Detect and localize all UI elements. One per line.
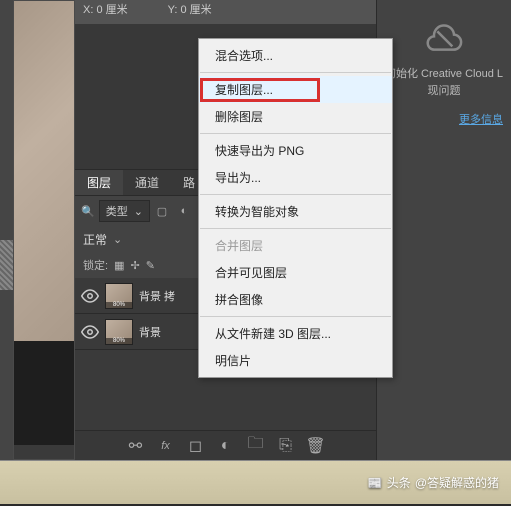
menu-merge-layers: 合并图层: [199, 232, 392, 259]
layers-bottom-toolbar: ⚯ fx ◻ ◐ 🗀 ⎘ 🗑: [75, 430, 376, 460]
menu-flatten-image[interactable]: 拼合图像: [199, 286, 392, 313]
blend-mode-select[interactable]: 正常: [83, 231, 107, 248]
search-icon[interactable]: 🔍: [81, 205, 95, 218]
menu-postcard[interactable]: 明信片: [199, 347, 392, 374]
layer-name[interactable]: 背景: [139, 324, 161, 340]
adjustment-icon[interactable]: ◐: [218, 438, 234, 454]
lock-label: 锁定:: [83, 257, 108, 273]
watermark-prefix: 头条: [387, 474, 411, 491]
tab-channels[interactable]: 通道: [123, 170, 171, 195]
cc-error-text2: 现问题: [377, 83, 511, 100]
fx-icon[interactable]: fx: [158, 438, 174, 454]
menu-blending-options[interactable]: 混合选项...: [199, 42, 392, 69]
menu-separator: [200, 72, 391, 73]
dropdown-icon[interactable]: ⌄: [113, 233, 122, 246]
watermark-bar: 📰 头条 @答疑解惑的猪: [0, 460, 511, 504]
menu-new-3d-layer[interactable]: 从文件新建 3D 图层...: [199, 320, 392, 347]
menu-separator: [200, 194, 391, 195]
new-layer-icon[interactable]: ⎘: [278, 438, 294, 454]
more-info-link[interactable]: 更多信息: [377, 99, 511, 139]
menu-separator: [200, 316, 391, 317]
lock-pixels-icon[interactable]: ▦: [114, 259, 124, 272]
filter-pixel-icon[interactable]: ▢: [154, 203, 170, 219]
layer-name[interactable]: 背景 拷: [139, 288, 175, 304]
cloud-error-icon: [424, 18, 464, 58]
coordinates-bar: X: 0 厘米 Y: 0 厘米: [75, 0, 376, 18]
folder-icon[interactable]: 🗀: [248, 438, 264, 454]
menu-merge-visible[interactable]: 合并可见图层: [199, 259, 392, 286]
mask-icon[interactable]: ◻: [188, 438, 204, 454]
toutiao-icon: 📰: [368, 476, 383, 490]
eye-icon[interactable]: [81, 323, 99, 341]
trash-icon[interactable]: 🗑: [308, 438, 324, 454]
link-icon[interactable]: ⚯: [128, 438, 144, 454]
layer-thumbnail[interactable]: [105, 319, 133, 345]
menu-delete-layer[interactable]: 删除图层: [199, 103, 392, 130]
coord-x: X: 0 厘米: [83, 1, 128, 17]
canvas-scroll[interactable]: [14, 445, 74, 459]
layer-context-menu: 混合选项... 复制图层... 删除图层 快速导出为 PNG 导出为... 转换…: [198, 38, 393, 378]
canvas-area: [13, 0, 75, 460]
watermark-text: 📰 头条 @答疑解惑的猪: [368, 474, 499, 491]
cc-error-text1: 初始化 Creative Cloud L: [377, 66, 511, 83]
menu-separator: [200, 133, 391, 134]
menu-export-as[interactable]: 导出为...: [199, 164, 392, 191]
filter-adjust-icon[interactable]: ◐: [176, 203, 192, 219]
menu-quick-export-png[interactable]: 快速导出为 PNG: [199, 137, 392, 164]
lock-all-icon[interactable]: ✎: [146, 259, 155, 272]
menu-separator: [200, 228, 391, 229]
cc-libraries-panel: 初始化 Creative Cloud L 现问题 更多信息: [376, 0, 511, 460]
eye-icon[interactable]: [81, 287, 99, 305]
canvas-image[interactable]: [14, 1, 74, 341]
menu-convert-smart-object[interactable]: 转换为智能对象: [199, 198, 392, 225]
tab-layers[interactable]: 图层: [75, 170, 123, 195]
menu-duplicate-layer[interactable]: 复制图层...: [199, 76, 392, 103]
app-left-edge: [0, 0, 13, 460]
watermark-user: @答疑解惑的猪: [415, 474, 499, 491]
lock-position-icon[interactable]: ✢: [130, 259, 139, 272]
filter-type-select[interactable]: 类型⌄: [99, 200, 150, 222]
layer-thumbnail[interactable]: [105, 283, 133, 309]
coord-y: Y: 0 厘米: [168, 1, 212, 17]
